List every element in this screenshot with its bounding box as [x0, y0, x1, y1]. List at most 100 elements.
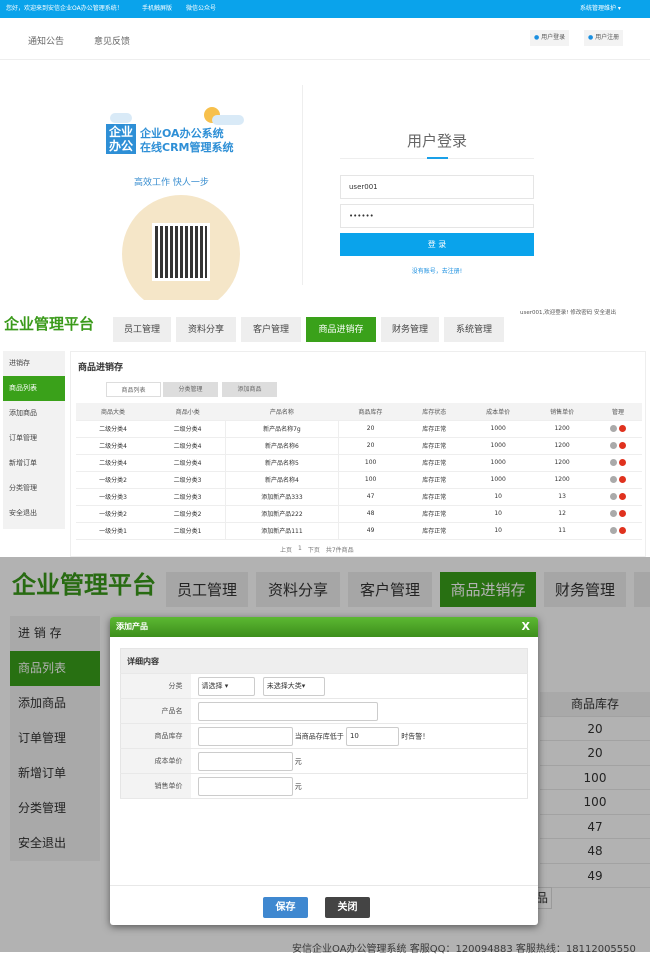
table-cell: 库存正常	[402, 471, 467, 489]
tab-system[interactable]: 系统管理	[444, 317, 504, 342]
user-info[interactable]: user001,欢迎登录! 修改密码 安全退出	[520, 308, 616, 316]
unit-label: 元	[294, 757, 302, 765]
table-cell: 10	[466, 522, 531, 540]
actions-cell	[594, 505, 642, 523]
sidebar-item-logout[interactable]: 安全退出	[3, 501, 65, 526]
cloud-decoration	[212, 115, 244, 125]
login-submit-button[interactable]: 登 录	[340, 233, 534, 256]
delete-icon[interactable]	[619, 510, 627, 517]
tab-staff[interactable]: 员工管理	[113, 317, 171, 342]
product-name-input[interactable]	[197, 701, 378, 721]
name-label: 产品名	[120, 698, 191, 724]
admin-dropdown[interactable]: 系统管理维护 ▾	[580, 0, 621, 18]
table-cell: 新产品名称6	[224, 437, 339, 455]
table-cell: 20	[338, 420, 403, 438]
login-page: 您好，欢迎来到安信企业OA办公管理系统！ 手机触屏版 微信公众号 系统管理维护 …	[0, 0, 650, 313]
delete-icon[interactable]	[619, 459, 627, 466]
brand-mark: 企业办公	[106, 124, 136, 154]
table-cell: 添加新产品111	[224, 522, 339, 540]
actions-cell	[594, 471, 642, 489]
actions-cell	[594, 420, 642, 438]
price-input[interactable]	[197, 776, 293, 796]
login-title: 用户登录	[406, 132, 467, 150]
notice-link[interactable]: 通知公告	[28, 34, 64, 47]
subtab-add[interactable]: 添加商品	[222, 382, 277, 397]
close-icon[interactable]: X	[522, 617, 530, 637]
feedback-link[interactable]: 意见反馈	[94, 34, 130, 47]
delete-icon[interactable]	[619, 527, 627, 534]
user-icon: ●	[588, 34, 594, 41]
stock-label: 商品库存	[120, 723, 191, 749]
edit-icon[interactable]	[610, 510, 618, 517]
delete-icon[interactable]	[619, 476, 627, 483]
table-cell: 48	[338, 505, 403, 523]
table-cell: 二级分类2	[150, 505, 226, 523]
category-main-select[interactable]: 请选择 ▾	[197, 676, 255, 696]
prev-page[interactable]: 上页	[280, 545, 292, 554]
login-button[interactable]: ● 用户登录	[530, 30, 570, 46]
tab-finance[interactable]: 财务管理	[381, 317, 439, 342]
table-cell: 二级分类1	[150, 522, 226, 540]
brand-text: 企业OA办公系统 在线CRM管理系统	[140, 127, 234, 155]
tab-files[interactable]: 资料分享	[176, 317, 236, 342]
delete-icon[interactable]	[619, 493, 627, 500]
table-cell: 100	[338, 471, 403, 489]
table-cell: 二级分类4	[150, 420, 226, 438]
sidebar-item-add-product[interactable]: 添加商品	[3, 401, 65, 426]
welcome-text: 您好，欢迎来到安信企业OA办公管理系统！	[6, 5, 123, 12]
edit-icon[interactable]	[610, 425, 618, 432]
stock-warn-suffix: 时告警！	[401, 732, 430, 740]
modal-footer-divider	[110, 885, 538, 886]
column-header: 销售单价	[530, 403, 595, 421]
column-header: 产品名称	[225, 403, 339, 421]
page-1[interactable]: 1	[298, 545, 302, 554]
table-cell: 10	[466, 488, 531, 506]
table-row: 二级分类4 二级分类4 新产品名称5 100 库存正常 1000 1200	[76, 454, 642, 472]
subtab-categories[interactable]: 分类管理	[163, 382, 218, 397]
brand-line2: 在线CRM管理系统	[140, 141, 234, 154]
close-button[interactable]: 关闭	[325, 897, 370, 918]
register-button[interactable]: ● 用户注册	[584, 30, 624, 46]
edit-icon[interactable]	[610, 493, 618, 500]
delete-icon[interactable]	[619, 442, 627, 449]
table-cell: 二级分类4	[150, 454, 226, 472]
subtab-list[interactable]: 商品列表	[106, 382, 161, 397]
delete-icon[interactable]	[619, 425, 627, 432]
table-row: 一级分类1 二级分类1 添加新产品111 49 库存正常 10 11	[76, 522, 642, 540]
brand-line1: 企业OA办公系统	[140, 127, 224, 140]
sidebar-item-product-list[interactable]: 商品列表	[3, 376, 65, 401]
table-cell: 20	[338, 437, 403, 455]
sidebar-item-categories[interactable]: 分类管理	[3, 476, 65, 501]
cost-label: 成本单价	[120, 748, 191, 774]
stock-threshold-input[interactable]: 10	[345, 726, 399, 746]
stock-input[interactable]	[197, 726, 293, 746]
save-button[interactable]: 保存	[263, 897, 308, 918]
wechat-link[interactable]: 微信公众号	[186, 0, 216, 18]
password-input[interactable]: ••••••	[340, 204, 534, 228]
category-label: 分类	[120, 673, 191, 699]
table-cell: 二级分类4	[150, 437, 226, 455]
mobile-link[interactable]: 手机触屏版	[142, 0, 172, 18]
table-cell: 47	[338, 488, 403, 506]
sidebar-item-inventory[interactable]: 进销存	[3, 351, 65, 376]
register-link[interactable]: 没有账号，去注册!	[340, 266, 534, 275]
table-cell: 库存正常	[402, 505, 467, 523]
edit-icon[interactable]	[610, 527, 618, 534]
next-page[interactable]: 下页	[308, 545, 320, 554]
category-sub-select[interactable]: 未选择大类▾	[262, 676, 325, 696]
section-title: 详细内容	[120, 648, 528, 674]
actions-cell	[594, 437, 642, 455]
qr-code	[152, 223, 210, 281]
table-cell: 添加新产品333	[224, 488, 339, 506]
username-input[interactable]: user001	[340, 175, 534, 199]
edit-icon[interactable]	[610, 459, 618, 466]
sidebar-item-orders[interactable]: 订单管理	[3, 426, 65, 451]
modal-title: 添加产品	[116, 622, 148, 631]
tab-inventory[interactable]: 商品进销存	[306, 317, 376, 342]
add-product-modal: 添加产品 X 详细内容 分类 请选择 ▾ 未选择大类▾ 产品名 商品库存 当商品存…	[110, 617, 538, 925]
cost-input[interactable]	[197, 751, 293, 771]
sidebar-item-new-order[interactable]: 新增订单	[3, 451, 65, 476]
edit-icon[interactable]	[610, 442, 618, 449]
edit-icon[interactable]	[610, 476, 618, 483]
tab-customers[interactable]: 客户管理	[241, 317, 301, 342]
